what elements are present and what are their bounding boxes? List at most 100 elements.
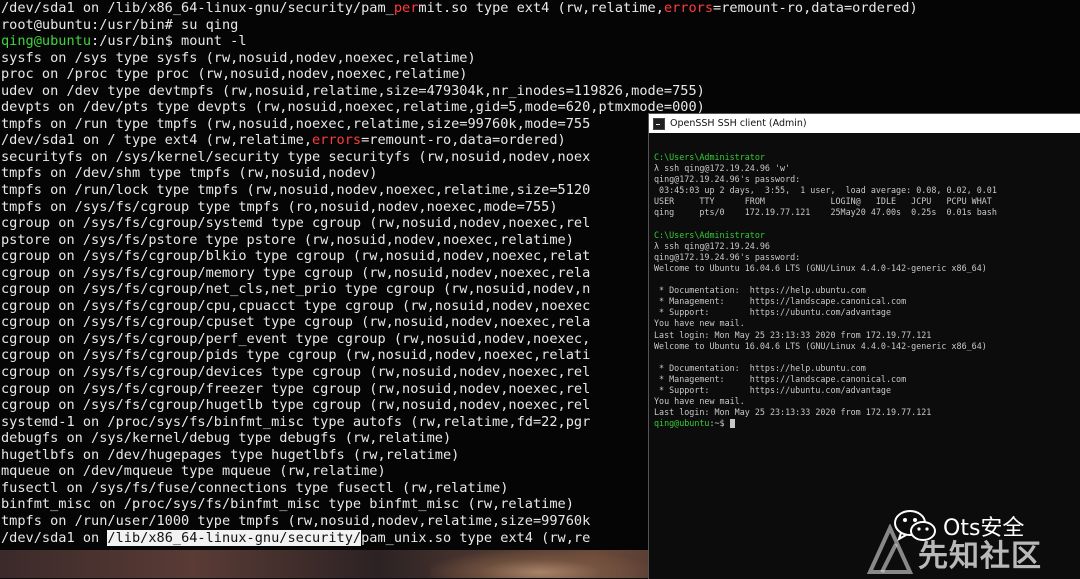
ssh-line: qing@172.19.24.96's password: xyxy=(654,174,1080,185)
terminal-icon xyxy=(653,117,665,130)
ssh-line: qing pts/0 172.19.77.121 25May20 47.00s … xyxy=(654,207,1080,218)
terminal-line: proc on /proc type proc (rw,nosuid,nodev… xyxy=(0,66,1080,83)
terminal-line-segment: cgroup on /sys/fs/cgroup/blkio type cgro… xyxy=(1,248,591,265)
terminal-line-segment: mqueue on /dev/mqueue type mqueue (rw,re… xyxy=(1,463,386,480)
ssh-line: * Management: https://landscape.canonica… xyxy=(654,374,1080,385)
terminal-line-segment: pam_unix.so type ext4 (rw,re xyxy=(361,529,591,546)
ssh-line-segment: * Support: https://ubuntu.com/advantage xyxy=(654,307,891,318)
ssh-line-segment: :~$ xyxy=(709,418,730,429)
terminal-line: udev on /dev type devtmpfs (rw,nosuid,re… xyxy=(0,83,1080,100)
ssh-line-segment: 03:45:03 up 2 days, 3:55, 1 user, load a… xyxy=(654,185,997,196)
terminal-line-segment: proc on /proc type proc (rw,nosuid,nodev… xyxy=(1,66,468,83)
terminal-line-segment: cgroup on /sys/fs/cgroup/devices type cg… xyxy=(1,364,591,381)
terminal-line: root@ubuntu:/usr/bin# su qing xyxy=(0,17,1080,34)
terminal-line-segment: mit.so type ext4 (rw,relatime, xyxy=(418,0,664,16)
terminal-line-segment: cgroup on /sys/fs/cgroup/pids type cgrou… xyxy=(1,347,591,364)
terminal-line-segment: /dev/sda1 on xyxy=(1,529,108,546)
ssh-line-segment: qing@172.19.24.96's password: xyxy=(654,251,801,262)
ssh-line-segment: Welcome to Ubuntu 16.04.6 LTS (GNU/Linux… xyxy=(654,340,987,351)
ssh-line: Last login: Mon May 25 23:13:33 2020 fro… xyxy=(654,407,1080,418)
ssh-line-segment: You have new mail. xyxy=(654,396,745,407)
terminal-line-segment: tmpfs on /dev/shm type tmpfs (rw,nosuid,… xyxy=(1,165,378,182)
terminal-line-segment: cgroup on /sys/fs/cgroup/cpu,cpuacct typ… xyxy=(1,297,591,314)
ssh-line-segment: qing@ubuntu xyxy=(654,418,710,429)
terminal-line: qing@ubuntu:/usr/bin$ mount -l xyxy=(0,33,1080,50)
ssh-line: You have new mail. xyxy=(654,396,1080,407)
ssh-line: Welcome to Ubuntu 16.04.6 LTS (GNU/Linux… xyxy=(654,263,1080,274)
terminal-line-segment: cgroup on /sys/fs/cgroup/memory type cgr… xyxy=(1,264,591,281)
ssh-window-title: OpenSSH SSH client (Admin) xyxy=(670,118,807,129)
terminal-line-segment: tmpfs on /sys/fs/cgroup type tmpfs (ro,n… xyxy=(1,198,558,215)
terminal-line-segment: /dev/sda1 on / type ext4 (rw,relatime, xyxy=(1,132,312,149)
terminal-line-segment: tmpfs on /run/lock type tmpfs (rw,nosuid… xyxy=(1,182,591,199)
xianzhi-watermark: 先知社区 xyxy=(918,539,1042,574)
terminal-line-segment: cgroup on /sys/fs/cgroup/cpuset type cgr… xyxy=(1,314,591,331)
terminal-line: /dev/sda1 on /lib/x86_64-linux-gnu/secur… xyxy=(0,0,1080,17)
ssh-line-segment: * Documentation: https://help.ubuntu.com xyxy=(654,362,866,373)
ssh-line-segment: qing@172.19.24.96's password: xyxy=(654,174,801,185)
xianzhi-logo-icon xyxy=(866,524,914,574)
ssh-line-segment: * Support: https://ubuntu.com/advantage xyxy=(654,384,891,395)
terminal-line-segment: tmpfs on /run type tmpfs (rw,nosuid,noex… xyxy=(1,115,591,132)
terminal-line-segment: cgroup on /sys/fs/cgroup/systemd type cg… xyxy=(1,215,591,232)
terminal-line-segment: pstore on /sys/fs/pstore type pstore (rw… xyxy=(1,231,574,248)
ssh-line-segment: USER TTY FROM LOGIN@ IDLE JCPU PCPU WHAT xyxy=(654,196,992,207)
ssh-line-segment: Welcome to Ubuntu 16.04.6 LTS (GNU/Linux… xyxy=(654,262,987,273)
terminal-line-segment: cgroup on /sys/fs/cgroup/net_cls,net_pri… xyxy=(1,281,591,298)
terminal-line-segment: qing@ubuntu xyxy=(1,33,92,50)
ssh-line: Welcome to Ubuntu 16.04.6 LTS (GNU/Linux… xyxy=(654,341,1080,352)
ssh-line: Last login: Mon May 25 23:13:33 2020 fro… xyxy=(654,330,1080,341)
terminal-line-segment: cgroup on /sys/fs/cgroup/perf_event type… xyxy=(1,330,591,347)
terminal-line-segment: /lib/x86_64-linux-gnu/security/ xyxy=(107,529,362,546)
terminal-line-segment: fusectl on /sys/fs/fuse/connections type… xyxy=(1,479,509,496)
ssh-line-segment: λ ssh qing@172.19.24.96 'w' xyxy=(654,163,791,174)
terminal-line-segment: errors xyxy=(312,132,362,149)
terminal-line-segment: /dev/sda1 on /lib/x86_64-linux-gnu/secur… xyxy=(1,0,394,16)
ssh-line: qing@ubuntu:~$ xyxy=(654,418,1080,429)
ssh-line: * Management: https://landscape.canonica… xyxy=(654,296,1080,307)
terminal-line-segment: udev on /dev type devtmpfs (rw,nosuid,re… xyxy=(1,82,705,99)
terminal-line-segment: =remount-ro,data=ordered) xyxy=(361,132,566,149)
terminal-line-segment: securityfs on /sys/kernel/security type … xyxy=(1,148,591,165)
ssh-line: * Support: https://ubuntu.com/advantage xyxy=(654,307,1080,318)
terminal-line-segment: debugfs on /sys/kernel/debug type debugf… xyxy=(1,430,452,447)
ssh-line xyxy=(654,274,1080,285)
ssh-line xyxy=(654,352,1080,363)
terminal-line-segment: cgroup on /sys/fs/cgroup/freezer type cg… xyxy=(1,380,591,397)
ssh-line-segment: Last login: Mon May 25 23:13:33 2020 fro… xyxy=(654,407,932,418)
ssh-line: C:\Users\Administrator xyxy=(654,152,1080,163)
ssh-line: * Documentation: https://help.ubuntu.com xyxy=(654,285,1080,296)
ssh-line: USER TTY FROM LOGIN@ IDLE JCPU PCPU WHAT xyxy=(654,196,1080,207)
terminal-line-segment: errors xyxy=(663,0,714,16)
ssh-line-segment: qing pts/0 172.19.77.121 25May20 47.00s … xyxy=(654,207,997,218)
ssh-terminal-output[interactable]: C:\Users\Administrator λ ssh qing@172.19.… xyxy=(654,152,1080,429)
terminal-line-segment: =remount-ro,data=ordered) xyxy=(713,0,918,16)
ssh-line: λ ssh qing@172.19.24.96 xyxy=(654,241,1080,252)
terminal-line-segment: sysfs on /sys type sysfs (rw,nosuid,node… xyxy=(1,49,476,66)
text-cursor xyxy=(729,419,735,429)
terminal-line-segment: hugetlbfs on /dev/hugepages type hugetlb… xyxy=(1,446,460,463)
terminal-line-segment: per xyxy=(393,0,419,16)
terminal-line-segment: devpts on /dev/pts type devpts (rw,nosui… xyxy=(1,99,705,116)
ssh-window-titlebar[interactable]: OpenSSH SSH client (Admin) xyxy=(649,114,1080,133)
terminal-line-segment: :/usr/bin$ mount -l xyxy=(91,33,247,50)
ssh-line: * Support: https://ubuntu.com/advantage xyxy=(654,385,1080,396)
terminal-line-segment: root@ubuntu:/usr/bin# su qing xyxy=(1,16,239,33)
ssh-line: * Documentation: https://help.ubuntu.com xyxy=(654,363,1080,374)
ssh-line-segment: C:\Users\Administrator xyxy=(654,152,765,162)
ssh-line: 03:45:03 up 2 days, 3:55, 1 user, load a… xyxy=(654,185,1080,196)
ssh-line: qing@172.19.24.96's password: xyxy=(654,252,1080,263)
ssh-line: λ ssh qing@172.19.24.96 'w' xyxy=(654,163,1080,174)
ssh-line-segment: Last login: Mon May 25 23:13:33 2020 fro… xyxy=(654,329,932,340)
terminal-line-segment: systemd-1 on /proc/sys/fs/binfmt_misc ty… xyxy=(1,413,591,430)
ssh-line-segment: You have new mail. xyxy=(654,318,745,329)
terminal-line: sysfs on /sys type sysfs (rw,nosuid,node… xyxy=(0,50,1080,67)
ssh-line-segment: λ ssh qing@172.19.24.96 xyxy=(654,240,770,251)
ssh-line-segment: * Management: https://landscape.canonica… xyxy=(654,373,907,384)
terminal-line-segment: cgroup on /sys/fs/cgroup/hugetlb type cg… xyxy=(1,397,591,414)
ssh-line: You have new mail. xyxy=(654,318,1080,329)
ssh-line-segment: * Documentation: https://help.ubuntu.com xyxy=(654,285,866,296)
ssh-line xyxy=(654,219,1080,230)
terminal-line-segment: binfmt_misc on /proc/sys/fs/binfmt_misc … xyxy=(1,496,574,513)
terminal-line-segment: tmpfs on /run/user/1000 type tmpfs (rw,n… xyxy=(1,512,591,529)
